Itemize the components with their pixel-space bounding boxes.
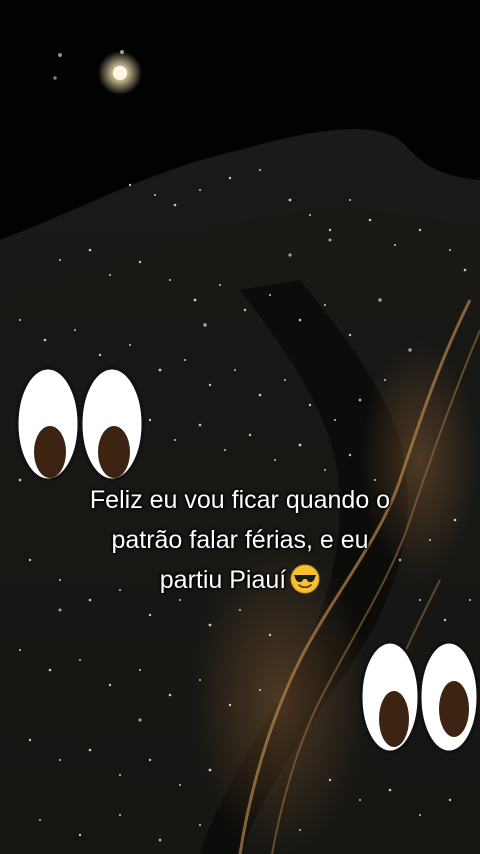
caption-line-2: patrão falar férias, e eu	[111, 526, 369, 554]
video-caption: Feliz eu vou ficar quando o patrão falar…	[10, 480, 470, 600]
eyes-emoji-icon	[15, 366, 145, 482]
eyes-emoji-icon	[359, 640, 480, 754]
caption-line-1: Feliz eu vou ficar quando o	[89, 486, 391, 514]
video-frame: Feliz eu vou ficar quando o patrão falar…	[0, 0, 480, 854]
caption-line-3: partiu Piauí	[159, 566, 287, 594]
smiling-face-with-sunglasses-icon	[290, 564, 320, 594]
